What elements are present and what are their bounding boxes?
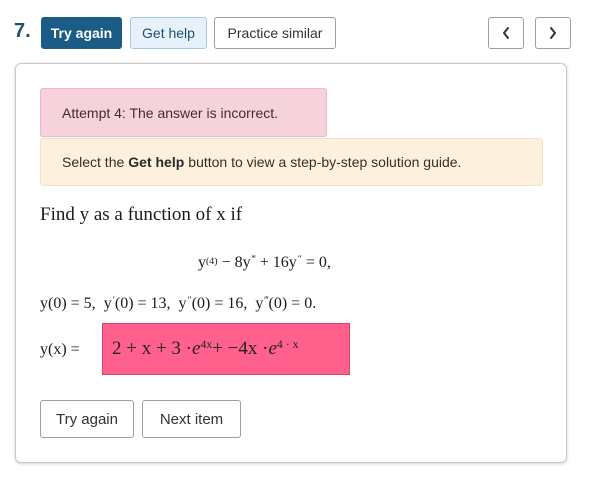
chevron-right-icon <box>550 27 556 39</box>
previous-question-button[interactable] <box>488 17 524 49</box>
practice-similar-button[interactable]: Practice similar <box>214 17 336 49</box>
initial-conditions: y(0) = 5, y′(0) = 13, y″(0) = 16, y‴(0) … <box>40 294 317 312</box>
attempt-message: Attempt 4: The answer is incorrect. <box>62 104 279 121</box>
next-question-button[interactable] <box>535 17 571 49</box>
question-number: 7. <box>14 20 31 42</box>
differential-equation: y(4) − 8y‴ + 16y″ = 0, <box>198 253 331 271</box>
problem-prompt: Find y as a function of x if <box>40 204 243 225</box>
hint-prefix: Select the <box>62 154 125 170</box>
attempt-feedback-alert: Attempt 4: The answer is incorrect. <box>40 88 327 137</box>
chevron-left-icon <box>503 27 509 39</box>
get-help-hint-alert: Select the Get help button to view a ste… <box>40 138 543 186</box>
get-help-button[interactable]: Get help <box>130 17 207 49</box>
question-card: Attempt 4: The answer is incorrect. Sele… <box>15 63 567 463</box>
hint-suffix: button to view a step-by-step solution g… <box>188 154 462 170</box>
answer-input[interactable]: 2 + x + 3 · e 4x + −4x · e4 · x <box>102 323 350 375</box>
answer-label: y(x) = <box>40 341 80 358</box>
next-item-button[interactable]: Next item <box>142 400 241 438</box>
try-again-footer-button[interactable]: Try again <box>40 400 134 438</box>
try-again-button[interactable]: Try again <box>41 17 122 49</box>
hint-get-help-text: Get help <box>128 154 185 170</box>
